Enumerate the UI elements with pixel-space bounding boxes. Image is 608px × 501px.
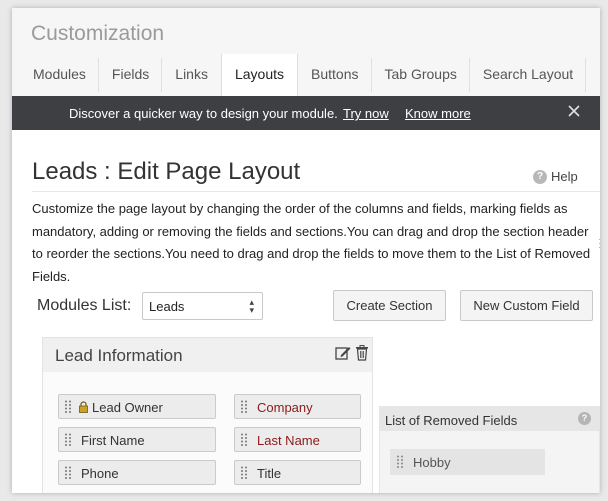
tab-buttons[interactable]: Buttons [298,54,372,96]
know-more-link[interactable]: Know more [405,106,471,121]
tab-label: Buttons [311,66,359,82]
field-label: Last Name [257,433,320,448]
section-header[interactable]: Lead Information [43,338,372,372]
drag-handle-icon[interactable] [241,400,247,413]
field-label: Title [257,466,282,481]
modules-select[interactable]: Leads ▴ ▾ [142,292,263,320]
help-link[interactable]: ? Help [533,169,578,184]
updown-arrow-icon: ▴ ▾ [249,297,254,315]
lock-icon [79,401,88,413]
removed-field-hobby[interactable]: Hobby [390,449,545,475]
help-icon: ? [533,169,547,184]
drag-handle-icon[interactable] [397,455,403,468]
field-title[interactable]: Title [234,460,361,485]
removed-fields-title: List of Removed Fields [385,413,518,428]
field-phone[interactable]: Phone [58,460,216,485]
trash-icon[interactable] [355,345,369,361]
tab-label: Search Layout [482,66,574,82]
tab-bar: Modules Fields Links Layouts Buttons Tab… [20,54,587,96]
section-lead-information[interactable]: Lead Information Lead Owner First Name P… [42,337,373,493]
drag-handle-icon[interactable] [65,466,71,479]
modules-list-label: Modules List: [37,297,132,314]
new-custom-field-button[interactable]: New Custom Field [460,290,593,321]
resize-handle: ··· [598,235,600,253]
drag-handle-icon[interactable] [65,433,71,446]
customization-header: Customization Modules Fields Links Layou… [12,8,600,96]
tab-label: Modules [33,66,86,82]
field-lead-owner[interactable]: Lead Owner [58,394,216,419]
drag-handle-icon[interactable] [241,466,247,479]
close-icon[interactable] [567,103,583,121]
field-last-name[interactable]: Last Name [234,427,361,452]
page-title: Leads : Edit Page Layout [32,158,301,185]
tab-label: Links [175,66,208,82]
page-description: Customize the page layout by changing th… [32,201,591,284]
field-label: Hobby [413,455,451,470]
drag-handle-icon[interactable] [241,433,247,446]
tab-tab-groups[interactable]: Tab Groups [372,54,471,96]
drag-handle-icon[interactable] [65,400,71,413]
promo-banner: Discover a quicker way to design your mo… [12,96,600,130]
app-title: Customization [31,22,165,45]
help-icon[interactable]: ? [578,412,591,425]
tab-fields[interactable]: Fields [99,54,163,96]
help-label: Help [551,169,578,184]
tab-links[interactable]: Links [162,54,221,96]
field-label: First Name [81,433,145,448]
banner-message: Discover a quicker way to design your mo… [69,106,338,121]
field-label: Lead Owner [92,400,163,415]
removed-fields-panel: List of Removed Fields ? Hobby [379,406,600,493]
field-company[interactable]: Company [234,394,361,419]
field-first-name[interactable]: First Name [58,427,216,452]
tab-layouts[interactable]: Layouts [220,54,299,96]
tab-label: Fields [111,66,150,82]
tab-search-layout[interactable]: Search Layout [470,54,587,96]
app-window: Customization Modules Fields Links Layou… [12,8,600,493]
modules-select-value: Leads [149,299,185,314]
try-now-link[interactable]: Try now [343,106,389,121]
section-title: Lead Information [55,346,183,365]
tab-label: Tab Groups [384,66,457,82]
title-divider [32,191,600,192]
removed-fields-header: List of Removed Fields ? [380,407,599,431]
tab-modules[interactable]: Modules [20,54,99,96]
edit-icon[interactable] [335,345,351,361]
tab-label: Layouts [234,66,285,82]
create-section-button[interactable]: Create Section [333,290,446,321]
field-label: Phone [81,466,119,481]
field-label: Company [257,400,313,415]
